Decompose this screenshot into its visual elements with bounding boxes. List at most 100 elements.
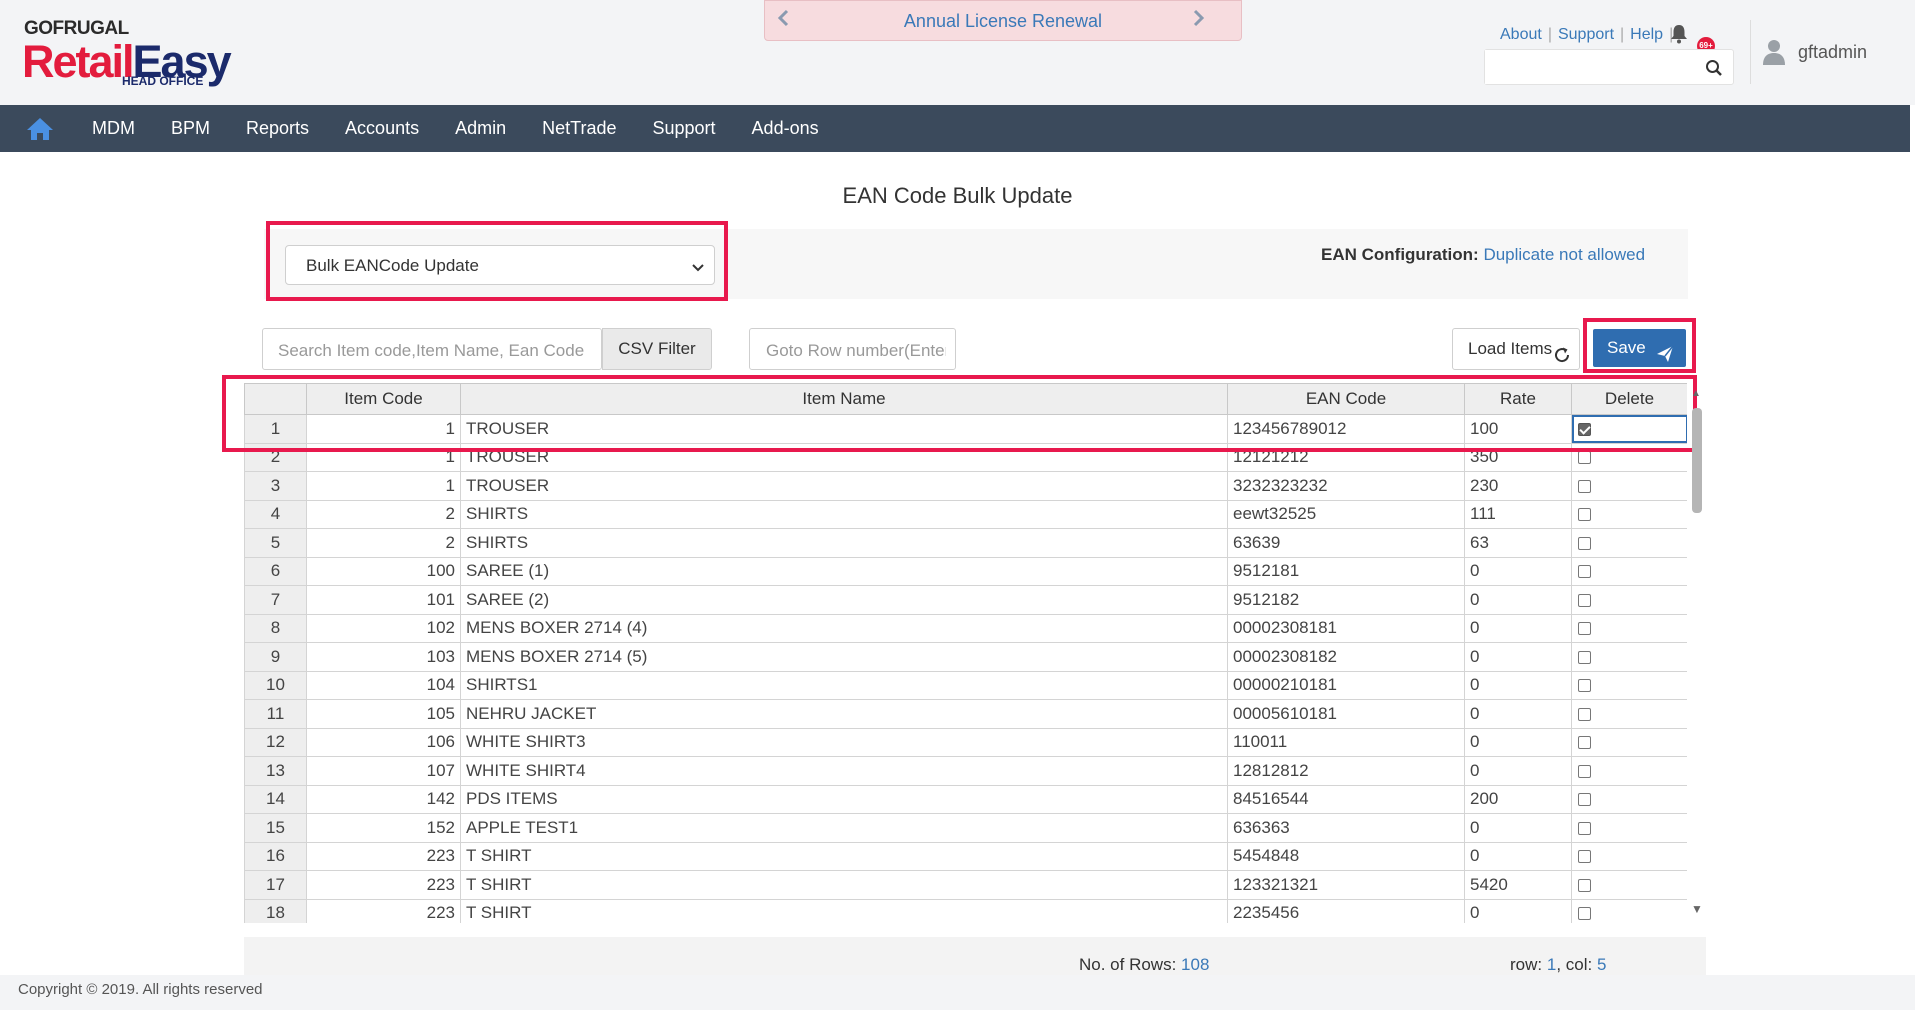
row-number[interactable]: 14 — [244, 784, 307, 814]
ean-code-cell[interactable]: 84516544 — [1227, 784, 1465, 814]
goto-row-input[interactable]: Goto Row number(Enter) — [749, 328, 956, 370]
rate-cell[interactable]: 0 — [1464, 813, 1572, 843]
ean-code-cell[interactable]: 636363 — [1227, 813, 1465, 843]
delete-checkbox[interactable] — [1578, 679, 1591, 693]
ean-code-cell[interactable]: 9512181 — [1227, 556, 1465, 586]
rate-cell[interactable]: 0 — [1464, 727, 1572, 757]
rate-cell[interactable]: 0 — [1464, 841, 1572, 871]
delete-checkbox[interactable] — [1578, 821, 1591, 835]
ean-code-cell[interactable]: 00000210181 — [1227, 670, 1465, 700]
rate-cell[interactable]: 111 — [1464, 499, 1572, 529]
rate-cell[interactable]: 0 — [1464, 585, 1572, 615]
nav-support[interactable]: Support — [635, 118, 734, 139]
rate-cell[interactable]: 0 — [1464, 556, 1572, 586]
rate-cell[interactable]: 5420 — [1464, 870, 1572, 900]
rate-cell[interactable]: 0 — [1464, 642, 1572, 672]
user-menu[interactable]: gftadmin — [1762, 38, 1867, 66]
notifications-bell[interactable]: 69+ — [1670, 24, 1715, 55]
load-items-button[interactable]: Load Items — [1452, 328, 1580, 370]
scrollbar-thumb[interactable] — [1692, 408, 1702, 513]
item-name-cell[interactable]: NEHRU JACKET — [460, 699, 1228, 729]
ean-code-cell[interactable]: 00005610181 — [1227, 699, 1465, 729]
item-code-cell[interactable]: 2 — [306, 499, 461, 529]
rate-cell[interactable]: 0 — [1464, 670, 1572, 700]
about-link[interactable]: About — [1494, 26, 1548, 44]
ean-code-cell[interactable]: 5454848 — [1227, 841, 1465, 871]
item-name-cell[interactable]: APPLE TEST1 — [460, 813, 1228, 843]
delete-cell[interactable] — [1571, 471, 1687, 501]
nav-admin[interactable]: Admin — [437, 118, 524, 139]
delete-checkbox[interactable] — [1578, 707, 1591, 721]
delete-cell[interactable] — [1571, 670, 1687, 700]
global-search-input[interactable] — [1485, 50, 1695, 84]
grid-scrollbar[interactable]: ▲ ▼ — [1690, 388, 1704, 918]
delete-cell[interactable] — [1571, 784, 1687, 814]
ean-code-cell[interactable]: 3232323232 — [1227, 471, 1465, 501]
table-row[interactable]: 7 101 SAREE (2) 9512182 0 — [244, 585, 1687, 615]
row-number[interactable]: 18 — [244, 898, 307, 923]
item-name-cell[interactable]: SHIRTS — [460, 499, 1228, 529]
delete-cell[interactable] — [1571, 528, 1687, 558]
ean-code-cell[interactable]: 110011 — [1227, 727, 1465, 757]
delete-checkbox[interactable] — [1578, 764, 1591, 778]
delete-cell[interactable] — [1571, 756, 1687, 786]
row-number[interactable]: 16 — [244, 841, 307, 871]
row-number[interactable]: 11 — [244, 699, 307, 729]
table-row[interactable]: 18 223 T SHIRT 2235456 0 — [244, 898, 1687, 923]
delete-cell[interactable] — [1571, 699, 1687, 729]
delete-cell[interactable] — [1571, 556, 1687, 586]
ean-grid[interactable]: Item Code Item Name EAN Code Rate Delete… — [244, 383, 1687, 923]
delete-cell[interactable] — [1571, 813, 1687, 843]
ean-code-cell[interactable]: 2235456 — [1227, 898, 1465, 923]
ean-code-cell[interactable]: 63639 — [1227, 528, 1465, 558]
ean-code-cell[interactable]: 9512182 — [1227, 585, 1465, 615]
item-name-cell[interactable]: PDS ITEMS — [460, 784, 1228, 814]
delete-checkbox[interactable] — [1578, 793, 1591, 807]
row-number[interactable]: 7 — [244, 585, 307, 615]
rate-cell[interactable]: 0 — [1464, 756, 1572, 786]
item-code-cell[interactable]: 107 — [306, 756, 461, 786]
row-number[interactable]: 8 — [244, 613, 307, 643]
item-code-cell[interactable]: 2 — [306, 528, 461, 558]
item-name-cell[interactable]: MENS BOXER 2714 (4) — [460, 613, 1228, 643]
nav-mdm[interactable]: MDM — [74, 118, 153, 139]
item-name-cell[interactable]: T SHIRT — [460, 870, 1228, 900]
item-name-cell[interactable]: MENS BOXER 2714 (5) — [460, 642, 1228, 672]
table-row[interactable]: 14 142 PDS ITEMS 84516544 200 — [244, 784, 1687, 814]
item-name-cell[interactable]: SHIRTS — [460, 528, 1228, 558]
delete-cell[interactable] — [1571, 642, 1687, 672]
row-number[interactable]: 9 — [244, 642, 307, 672]
ean-code-cell[interactable]: 12812812 — [1227, 756, 1465, 786]
row-number[interactable]: 13 — [244, 756, 307, 786]
table-row[interactable]: 13 107 WHITE SHIRT4 12812812 0 — [244, 756, 1687, 786]
delete-checkbox[interactable] — [1578, 650, 1591, 664]
item-name-cell[interactable]: SHIRTS1 — [460, 670, 1228, 700]
row-number[interactable]: 6 — [244, 556, 307, 586]
item-name-cell[interactable]: TROUSER — [460, 471, 1228, 501]
search-icon[interactable] — [1705, 59, 1723, 82]
item-code-cell[interactable]: 100 — [306, 556, 461, 586]
item-name-cell[interactable]: WHITE SHIRT4 — [460, 756, 1228, 786]
table-row[interactable]: 9 103 MENS BOXER 2714 (5) 00002308182 0 — [244, 642, 1687, 672]
item-name-cell[interactable]: SAREE (1) — [460, 556, 1228, 586]
table-row[interactable]: 12 106 WHITE SHIRT3 110011 0 — [244, 727, 1687, 757]
item-code-cell[interactable]: 223 — [306, 841, 461, 871]
row-number[interactable]: 5 — [244, 528, 307, 558]
row-number[interactable]: 15 — [244, 813, 307, 843]
item-code-cell[interactable]: 104 — [306, 670, 461, 700]
item-code-cell[interactable]: 1 — [306, 471, 461, 501]
item-code-cell[interactable]: 152 — [306, 813, 461, 843]
rate-cell[interactable]: 0 — [1464, 613, 1572, 643]
nav-reports[interactable]: Reports — [228, 118, 327, 139]
delete-checkbox[interactable] — [1578, 736, 1591, 750]
ean-code-cell[interactable]: 00002308181 — [1227, 613, 1465, 643]
delete-cell[interactable] — [1571, 841, 1687, 871]
scroll-up-icon[interactable]: ▲ — [1691, 388, 1701, 399]
table-row[interactable]: 5 2 SHIRTS 63639 63 — [244, 528, 1687, 558]
delete-checkbox[interactable] — [1578, 850, 1591, 864]
nav-bpm[interactable]: BPM — [153, 118, 228, 139]
home-icon[interactable] — [26, 116, 54, 142]
scroll-down-icon[interactable]: ▼ — [1691, 902, 1703, 916]
ean-config-value[interactable]: Duplicate not allowed — [1483, 245, 1645, 264]
chevron-right-icon[interactable] — [1193, 9, 1205, 32]
